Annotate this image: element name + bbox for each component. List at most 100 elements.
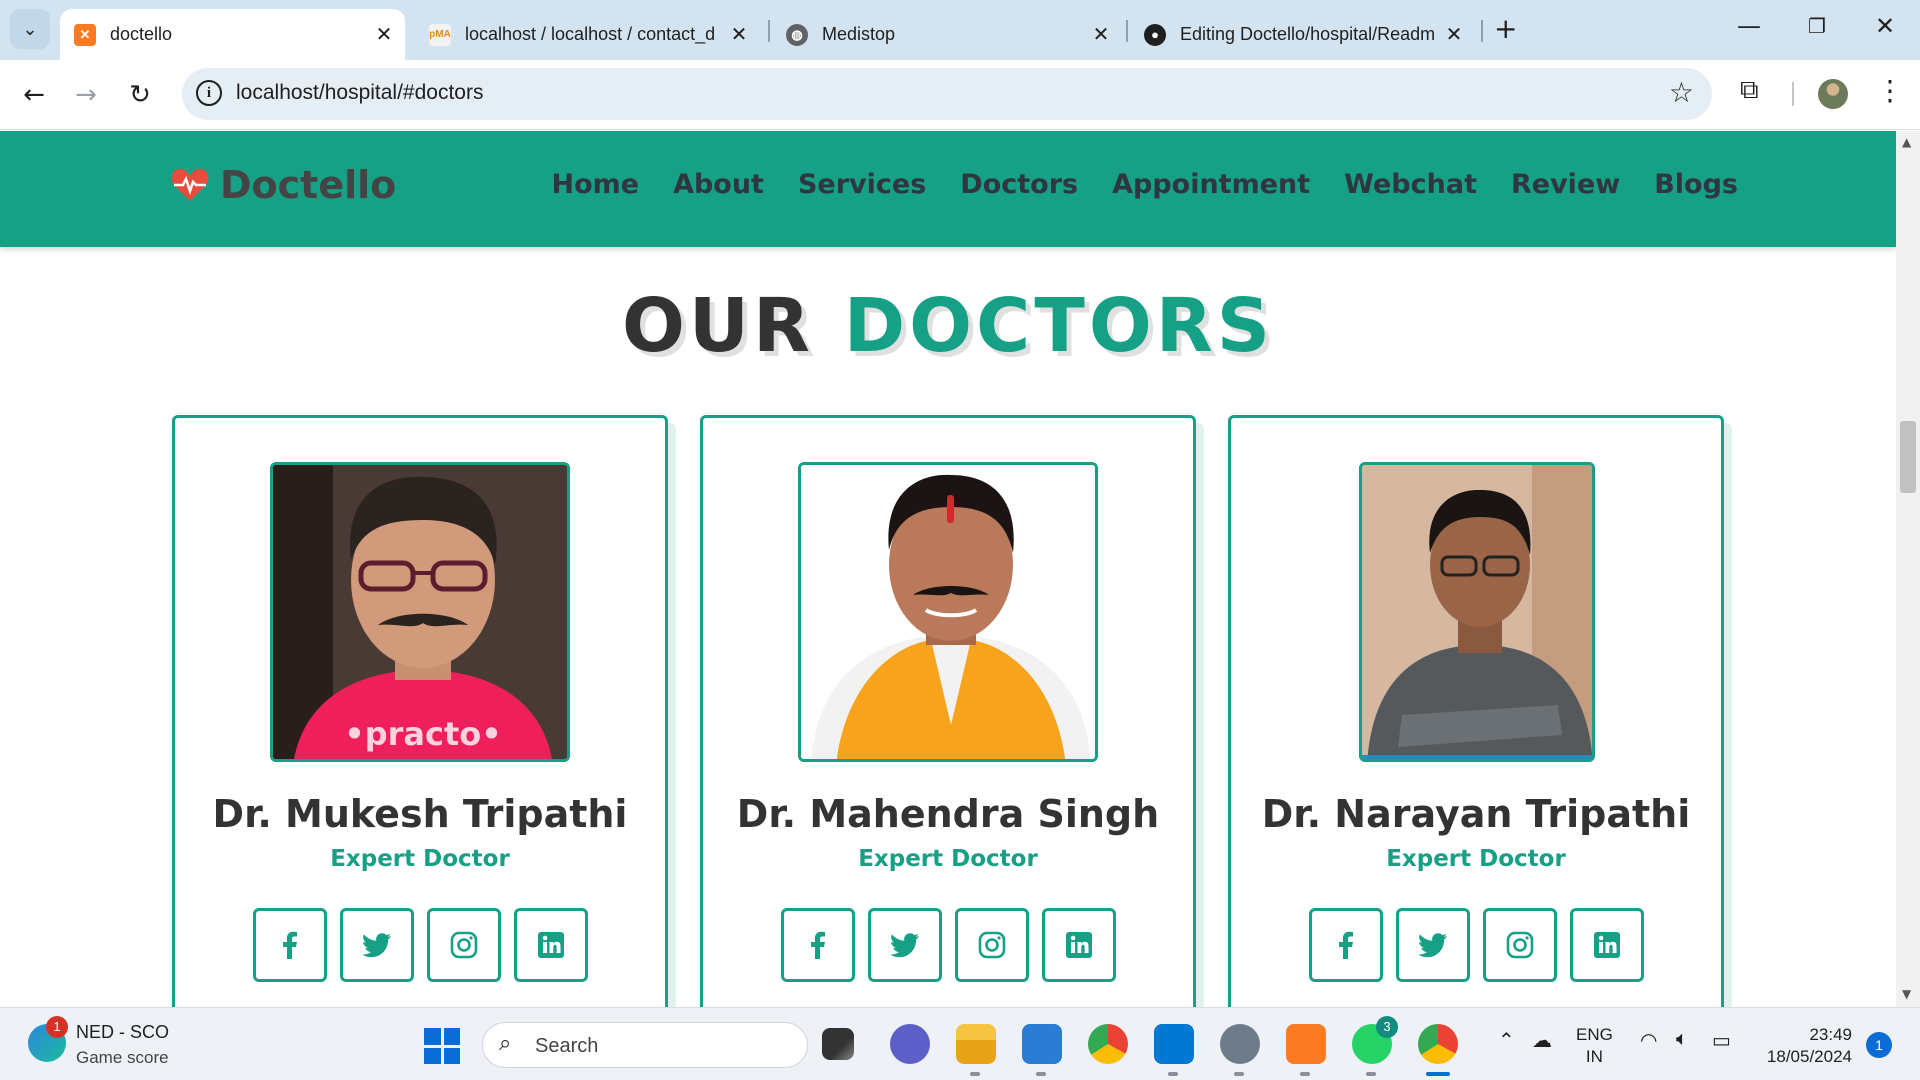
brand-name: Doctello bbox=[220, 163, 397, 207]
app-active-indicator bbox=[1426, 1072, 1450, 1076]
tab-doctello[interactable]: ✕ doctello ✕ bbox=[60, 9, 405, 60]
app-running-indicator bbox=[1300, 1072, 1310, 1076]
taskbar-search[interactable]: ⌕ Search bbox=[482, 1022, 808, 1068]
tab-search-button[interactable]: ⌄ bbox=[10, 9, 50, 49]
facebook-icon bbox=[810, 931, 825, 959]
instagram-icon bbox=[450, 931, 477, 959]
forward-icon[interactable]: → bbox=[66, 75, 106, 115]
doctor-photo bbox=[1359, 462, 1595, 762]
xampp-icon[interactable] bbox=[1286, 1024, 1326, 1064]
site-info-icon[interactable]: i bbox=[196, 80, 222, 106]
widget-subtitle[interactable]: Game score bbox=[76, 1048, 169, 1068]
windows-taskbar: 1 NED - SCO Game score ⌕ Search 3 ⌃ ☁ EN… bbox=[0, 1007, 1920, 1080]
wifi-icon[interactable]: ◠ bbox=[1640, 1028, 1657, 1053]
close-window-icon[interactable]: ✕ bbox=[1862, 12, 1908, 40]
doctor-role: Expert Doctor bbox=[330, 846, 510, 872]
page-scrollbar[interactable]: ▲ ▼ bbox=[1896, 131, 1920, 1007]
menu-kebab-icon[interactable]: ⋮ bbox=[1876, 74, 1904, 107]
tab-phpmyadmin[interactable]: pMA localhost / localhost / contact_d ✕ bbox=[415, 9, 760, 60]
language-indicator[interactable]: ENG IN bbox=[1576, 1024, 1613, 1068]
bookmark-star-icon[interactable]: ☆ bbox=[1669, 76, 1694, 109]
tab-medistop[interactable]: ◍ Medistop ✕ bbox=[772, 9, 1122, 60]
whatsapp-badge: 3 bbox=[1376, 1016, 1398, 1038]
address-bar[interactable]: i localhost/hospital/#doctors ☆ bbox=[182, 68, 1712, 120]
app-running-indicator bbox=[1168, 1072, 1178, 1076]
teams-chat-icon[interactable] bbox=[890, 1024, 930, 1064]
nav-home[interactable]: Home bbox=[551, 169, 639, 200]
instagram-button[interactable] bbox=[954, 908, 1029, 982]
restore-icon[interactable]: ❐ bbox=[1794, 14, 1840, 38]
tab-title: Editing Doctello/hospital/Readm bbox=[1180, 24, 1436, 44]
taskbar-clock[interactable]: 23:49 18/05/2024 bbox=[1756, 1024, 1852, 1068]
doctor-portrait-image bbox=[801, 465, 1095, 759]
nav-webchat[interactable]: Webchat bbox=[1344, 169, 1477, 200]
twitter-button[interactable] bbox=[1395, 908, 1470, 982]
heading-word-1: OUR bbox=[621, 283, 814, 369]
browser-toolbar: ← → ↻ i localhost/hospital/#doctors ☆ bbox=[0, 60, 1920, 130]
onedrive-icon[interactable]: ☁ bbox=[1532, 1028, 1552, 1053]
close-icon[interactable]: ✕ bbox=[726, 22, 752, 47]
chrome-icon[interactable] bbox=[1088, 1024, 1128, 1064]
volume-icon[interactable]: 🔈︎ bbox=[1676, 1028, 1688, 1051]
instagram-button[interactable] bbox=[1482, 908, 1557, 982]
nav-appointment[interactable]: Appointment bbox=[1112, 169, 1310, 200]
widget-title[interactable]: NED - SCO bbox=[76, 1022, 169, 1043]
minimize-icon[interactable]: — bbox=[1726, 12, 1772, 40]
nav-about[interactable]: About bbox=[673, 169, 764, 200]
facebook-button[interactable] bbox=[252, 908, 327, 982]
task-view-icon[interactable] bbox=[822, 1028, 854, 1060]
chrome-profile-icon[interactable] bbox=[1418, 1024, 1458, 1064]
app-running-indicator bbox=[1366, 1072, 1376, 1076]
battery-icon[interactable]: ▭ bbox=[1712, 1028, 1731, 1053]
xampp-icon: ✕ bbox=[74, 23, 96, 46]
file-explorer-icon[interactable] bbox=[956, 1024, 996, 1064]
profile-avatar[interactable] bbox=[1818, 79, 1848, 109]
notification-count[interactable]: 1 bbox=[1866, 1032, 1892, 1058]
close-icon[interactable]: ✕ bbox=[371, 22, 397, 47]
heartbeat-icon bbox=[171, 168, 209, 201]
notepad-icon[interactable] bbox=[1022, 1024, 1062, 1064]
linkedin-button[interactable] bbox=[513, 908, 588, 982]
nav-services[interactable]: Services bbox=[798, 169, 926, 200]
toolbar-divider bbox=[1792, 82, 1794, 106]
twitter-button[interactable] bbox=[339, 908, 414, 982]
twitter-button[interactable] bbox=[867, 908, 942, 982]
tab-title: Medistop bbox=[822, 24, 896, 44]
tab-github[interactable]: ● Editing Doctello/hospital/Readm ✕ bbox=[1130, 9, 1475, 60]
new-tab-icon[interactable]: + bbox=[1494, 12, 1517, 45]
nav-blogs[interactable]: Blogs bbox=[1654, 169, 1738, 200]
tray-overflow-icon[interactable]: ⌃ bbox=[1498, 1028, 1515, 1053]
instagram-icon bbox=[1506, 931, 1533, 959]
facebook-icon bbox=[1338, 931, 1353, 959]
site-logo[interactable]: Doctello bbox=[170, 163, 396, 207]
site-header: Doctello Home About Services Doctors App… bbox=[0, 131, 1896, 247]
settings-gear-icon[interactable] bbox=[1220, 1024, 1260, 1064]
instagram-button[interactable] bbox=[426, 908, 501, 982]
reload-icon[interactable]: ↻ bbox=[120, 75, 160, 115]
facebook-button[interactable] bbox=[780, 908, 855, 982]
doctor-card: Dr. Narayan Tripathi Expert Doctor bbox=[1228, 415, 1724, 1007]
doctor-card: •practo• Dr. Mukesh Tripathi Expert Doct… bbox=[172, 415, 668, 1007]
extensions-icon[interactable]: ⧉ bbox=[1740, 75, 1759, 106]
tab-separator bbox=[1481, 20, 1483, 42]
nav-review[interactable]: Review bbox=[1511, 169, 1620, 200]
close-icon[interactable]: ✕ bbox=[1088, 22, 1114, 47]
widget-badge: 1 bbox=[46, 1016, 68, 1038]
globe-icon: ◍ bbox=[786, 23, 808, 46]
facebook-button[interactable] bbox=[1308, 908, 1383, 982]
close-icon[interactable]: ✕ bbox=[1441, 22, 1467, 47]
lang-line-1: ENG bbox=[1576, 1025, 1613, 1044]
twitter-icon bbox=[1417, 933, 1447, 958]
vscode-icon[interactable] bbox=[1154, 1024, 1194, 1064]
url-text[interactable]: localhost/hospital/#doctors bbox=[236, 81, 483, 105]
windows-start-icon[interactable] bbox=[424, 1028, 460, 1064]
scroll-down-icon[interactable]: ▼ bbox=[1902, 987, 1911, 1001]
linkedin-button[interactable] bbox=[1041, 908, 1116, 982]
social-links bbox=[1231, 908, 1721, 982]
scrollbar-thumb[interactable] bbox=[1900, 421, 1916, 493]
search-icon: ⌕ bbox=[499, 1031, 512, 1056]
nav-doctors[interactable]: Doctors bbox=[960, 169, 1078, 200]
scroll-up-icon[interactable]: ▲ bbox=[1902, 135, 1911, 149]
linkedin-button[interactable] bbox=[1569, 908, 1644, 982]
back-icon[interactable]: ← bbox=[14, 75, 54, 115]
